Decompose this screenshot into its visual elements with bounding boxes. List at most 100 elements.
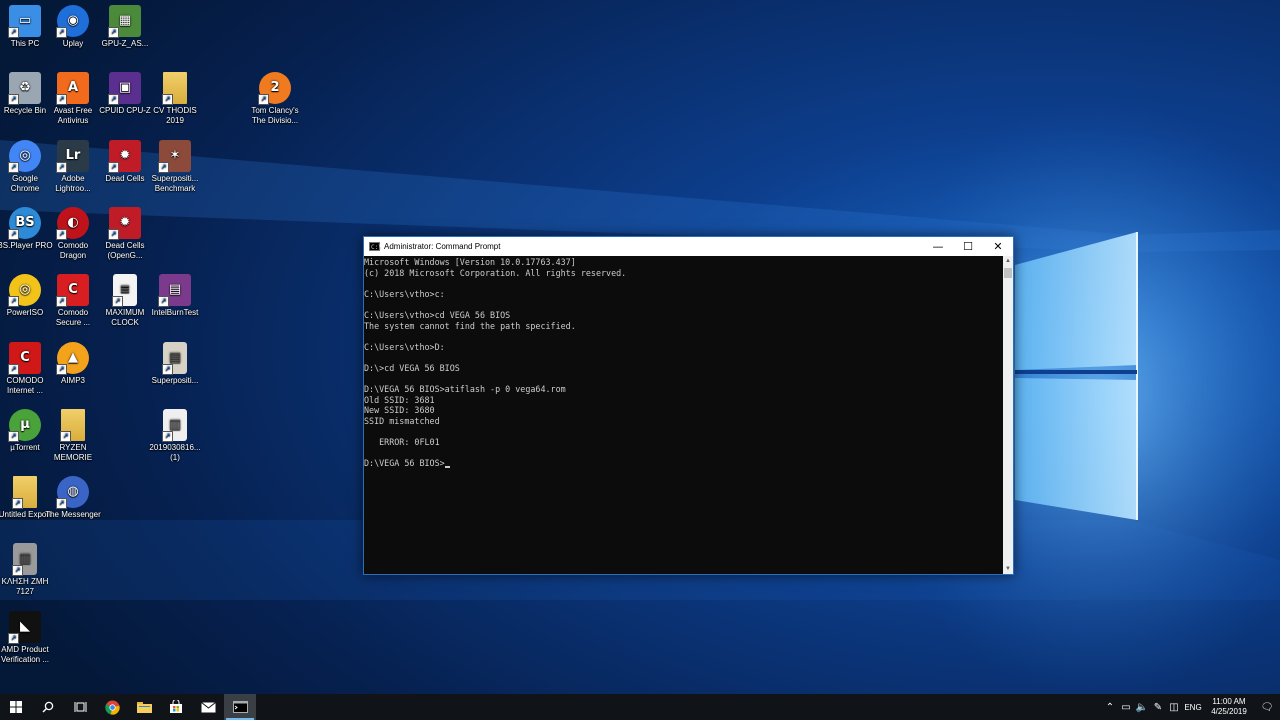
command-prompt-window[interactable]: C:\ Administrator: Command Prompt — ☐ ✕ …	[363, 236, 1014, 575]
desktop-icon[interactable]: ◍ ↗ The Messenger	[45, 476, 101, 520]
taskbar-store[interactable]	[160, 694, 192, 720]
desktop-icon-label: 2019030816... (1)	[149, 443, 201, 462]
desktop-icon-label: CPUID CPU-Z	[99, 106, 151, 115]
scrollbar-thumb[interactable]	[1004, 268, 1012, 278]
task-view-button[interactable]	[64, 694, 96, 720]
console-line-text: (c) 2018 Microsoft Corporation. All righ…	[364, 267, 627, 278]
start-button[interactable]	[0, 694, 32, 720]
division-icon: 2 ↗	[258, 72, 291, 105]
shortcut-arrow-icon: ↗	[162, 431, 173, 442]
dead-cells-icon: ✹ ↗	[108, 207, 141, 240]
dead-cells-icon: ✹ ↗	[108, 140, 141, 173]
shortcut-arrow-icon: ↗	[56, 229, 67, 240]
network-icon[interactable]: ▭	[1118, 702, 1134, 713]
clock-date: 4/25/2019	[1211, 707, 1247, 716]
desktop-icon[interactable]: ▤ ↗ Superpositi...	[147, 342, 203, 386]
desktop-icon[interactable]: ▥ ↗ 2019030816... (1)	[147, 409, 203, 463]
desktop-icon[interactable]: ▤ ↗ IntelBurnTest	[147, 274, 203, 318]
image-file-icon: ▥ ↗	[162, 409, 187, 442]
console-line-text: C:\Users\vtho>cd VEGA 56 BIOS	[364, 309, 511, 320]
desktop-icon-label: IntelBurnTest	[151, 308, 199, 317]
scroll-up-icon[interactable]: ▲	[1003, 256, 1013, 266]
desktop-icon[interactable]: Lr ↗ Adobe Lightroo...	[45, 140, 101, 194]
desktop-icon[interactable]: ◉ ↗ Uplay	[45, 5, 101, 49]
comodo-dragon-icon: ◐ ↗	[56, 207, 89, 240]
desktop-icon[interactable]: C ↗ Comodo Secure ...	[45, 274, 101, 328]
desktop-icon-label: Uplay	[62, 39, 84, 48]
shortcut-arrow-icon: ↗	[108, 27, 119, 38]
desktop-icon[interactable]: ▣ ↗ CPUID CPU-Z	[97, 72, 153, 116]
cmd-app-icon: C:\	[369, 242, 382, 251]
shortcut-arrow-icon: ↗	[8, 229, 19, 240]
taskbar-chrome[interactable]	[96, 694, 128, 720]
console-line: C:\Users\vtho>cd VEGA 56 BIOS	[364, 310, 1003, 321]
taskbar-mail[interactable]	[192, 694, 224, 720]
desktop-icon[interactable]: ▲ ↗ AIMP3	[45, 342, 101, 386]
console-line: C:\Users\vtho>D:	[364, 342, 1003, 353]
shortcut-arrow-icon: ↗	[8, 633, 19, 644]
taskbar-file-explorer[interactable]	[128, 694, 160, 720]
desktop-icon-label: RYZEN MEMORIE	[53, 443, 93, 462]
desktop-icon-label: Avast Free Antivirus	[53, 106, 93, 125]
shortcut-arrow-icon: ↗	[8, 94, 19, 105]
folder-icon: ↗	[12, 476, 37, 509]
vertical-scrollbar[interactable]: ▲ ▼	[1003, 256, 1013, 574]
desktop-icon[interactable]: 2 ↗ Tom Clancy's The Divisio...	[247, 72, 303, 126]
bsplayer-icon: BS ↗	[8, 207, 41, 240]
desktop-icon[interactable]: ✹ ↗ Dead Cells (OpenG...	[97, 207, 153, 261]
desktop-icon[interactable]: ↗ RYZEN MEMORIE	[45, 409, 101, 463]
scroll-down-icon[interactable]: ▼	[1003, 564, 1013, 574]
console-line: (c) 2018 Microsoft Corporation. All righ…	[364, 268, 1003, 279]
desktop-icon[interactable]: A ↗ Avast Free Antivirus	[45, 72, 101, 126]
desktop-icon-label: Superpositi... Benchmark	[151, 174, 199, 193]
notification-icon[interactable]: 🗨	[1254, 702, 1280, 713]
desktop-icon[interactable]: ▦ ↗ GPU-Z_AS...	[97, 5, 153, 49]
shortcut-arrow-icon: ↗	[12, 498, 23, 509]
command-prompt-icon	[232, 701, 248, 713]
gpu-icon: ▦ ↗	[108, 5, 141, 38]
shortcut-arrow-icon: ↗	[162, 364, 173, 375]
console-line: ERROR: 0FL01	[364, 437, 1003, 448]
desktop-icon[interactable]: ✶ ↗ Superpositi... Benchmark	[147, 140, 203, 194]
desktop-icon-label: ΚΛΗΣΗ ΖΜΗ 7127	[1, 577, 49, 596]
console-output[interactable]: Microsoft Windows [Version 10.0.17763.43…	[364, 256, 1003, 574]
desktop-icon[interactable]: ▥ ↗ ΚΛΗΣΗ ΖΜΗ 7127	[0, 543, 53, 597]
pen-workspace-icon[interactable]: ✎	[1150, 702, 1166, 713]
chrome-icon	[104, 699, 120, 715]
store-icon	[170, 700, 182, 713]
desktop-icon[interactable]: ≡ ↗ MAXIMUM CLOCK	[97, 274, 153, 328]
desktop-icon[interactable]: ↗ CV THODIS 2019	[147, 72, 203, 126]
winrar-icon: ▤ ↗	[158, 274, 191, 307]
chrome-icon: ◎ ↗	[8, 140, 41, 173]
desktop-icon[interactable]: ◐ ↗ Comodo Dragon	[45, 207, 101, 261]
volume-icon[interactable]: 🔈	[1134, 702, 1150, 713]
uplay-icon: ◉ ↗	[56, 5, 89, 38]
desktop-icon-label: Dead Cells (OpenG...	[105, 241, 145, 260]
desktop-icon[interactable]: ✹ ↗ Dead Cells	[97, 140, 153, 184]
console-line-text: The system cannot find the path specifie…	[364, 320, 576, 331]
console-line: D:\VEGA 56 BIOS>atiflash -p 0 vega64.rom	[364, 384, 1003, 395]
console-line-text: D:\>cd VEGA 56 BIOS	[364, 362, 460, 373]
clock[interactable]: 11:00 AM 4/25/2019	[1204, 697, 1254, 717]
speaker-status-icon[interactable]: ◫	[1166, 702, 1182, 713]
comodo-secure-icon: C ↗	[56, 274, 89, 307]
window-titlebar[interactable]: C:\ Administrator: Command Prompt — ☐ ✕	[364, 237, 1013, 256]
console-line-text: SSID mismatched	[364, 415, 440, 426]
console-line: Old SSID: 3681	[364, 395, 1003, 406]
shortcut-arrow-icon: ↗	[158, 162, 169, 173]
maximize-button[interactable]: ☐	[953, 237, 983, 256]
chevron-up-icon[interactable]: ⌃	[1102, 702, 1118, 713]
close-button[interactable]: ✕	[983, 237, 1013, 256]
shortcut-arrow-icon: ↗	[108, 162, 119, 173]
minimize-button[interactable]: —	[923, 237, 953, 256]
console-line-text: D:\VEGA 56 BIOS>atiflash -p 0 vega64.rom	[364, 384, 566, 395]
superposition-file-icon: ▤ ↗	[162, 342, 187, 375]
shortcut-arrow-icon: ↗	[56, 94, 67, 105]
taskbar-command-prompt[interactable]	[224, 694, 256, 720]
search-button[interactable]	[32, 694, 64, 720]
desktop-icon[interactable]: ◣ ↗ AMD Product Verification ...	[0, 611, 53, 665]
language-indicator[interactable]: ENG	[1182, 703, 1204, 712]
desktop-icon-label: GPU-Z_AS...	[101, 39, 149, 48]
folder-icon	[136, 702, 152, 713]
